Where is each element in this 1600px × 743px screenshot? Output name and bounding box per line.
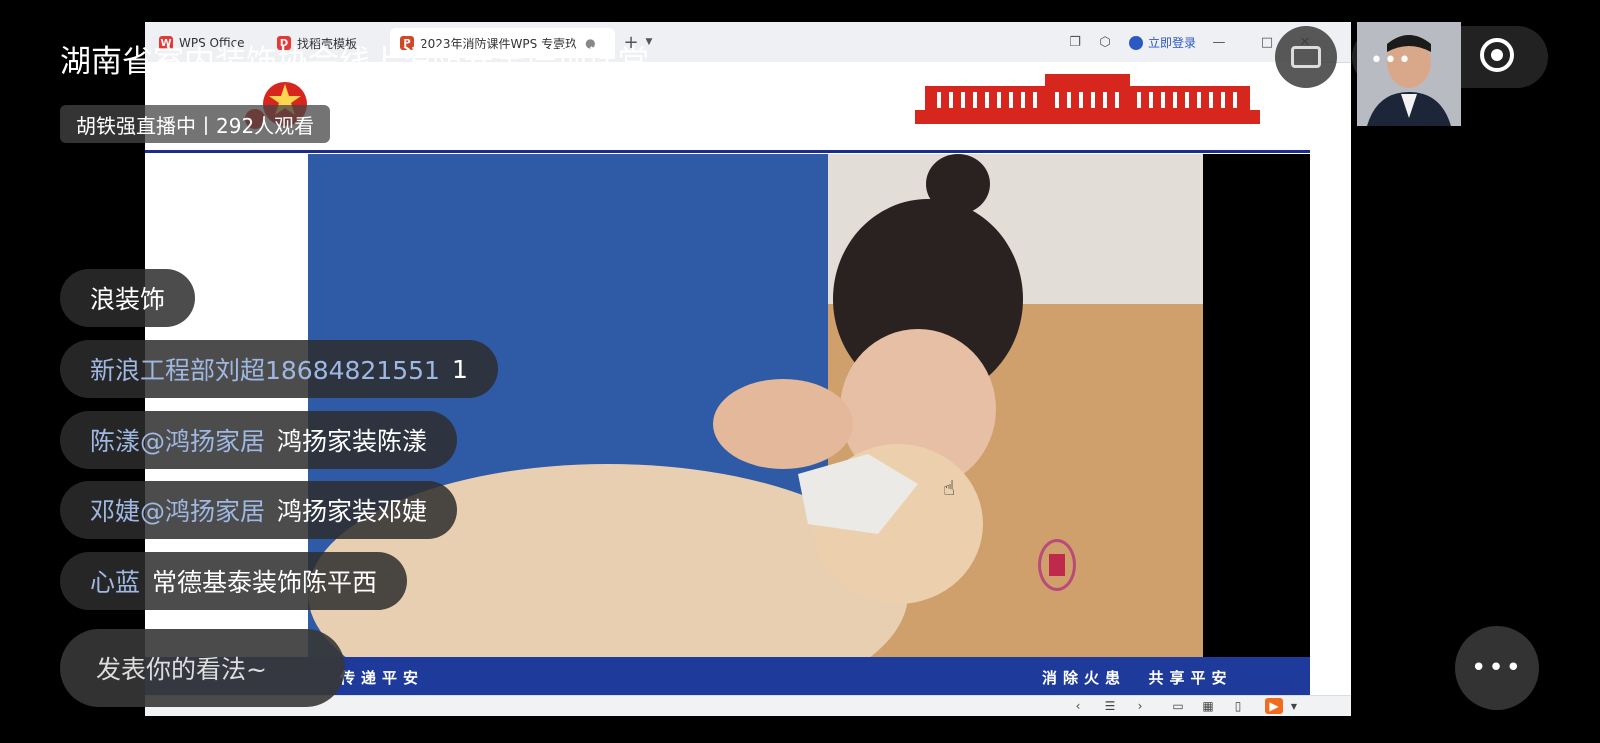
comment-user[interactable]: 邓婕@鸿扬家居 — [90, 492, 265, 528]
presenter-avatar — [1357, 22, 1461, 126]
window-restore-icon[interactable]: ❐ — [1065, 32, 1085, 52]
comment-text: 常德基泰装饰陈平西 — [152, 568, 378, 597]
login-label: 立即登录 — [1148, 36, 1197, 50]
maximize-icon[interactable]: □ — [1257, 32, 1277, 52]
comment-user[interactable]: 新浪工程部刘超18684821551 — [90, 351, 440, 387]
comment-text: 1 — [451, 354, 468, 384]
reading-view-icon[interactable]: ▯ — [1229, 698, 1247, 714]
comment-text: 鸿扬家装邓婕 — [277, 497, 428, 526]
comment-item: 陈漾@鸿扬家居 鸿扬家装陈漾 — [60, 411, 458, 469]
minimize-icon[interactable]: — — [1209, 32, 1229, 52]
photo-letterbox — [1203, 154, 1310, 657]
comment-user[interactable]: 陈漾@鸿扬家居 — [90, 422, 265, 458]
great-hall-icon — [915, 74, 1260, 124]
more-actions-button[interactable]: ••• — [1455, 626, 1539, 710]
login-button[interactable]: 立即登录 — [1129, 34, 1196, 51]
normal-view-icon[interactable]: ▭ — [1169, 698, 1187, 714]
comment-item: 心蓝 常德基泰装饰陈平西 — [60, 552, 408, 610]
chevron-down-icon[interactable]: ▼ — [1285, 698, 1303, 714]
record-dot-icon — [1491, 49, 1503, 61]
prev-slide-icon[interactable]: ‹ — [1069, 698, 1087, 714]
presenter-camera[interactable] — [1357, 22, 1461, 126]
outline-list-icon[interactable]: ☰ — [1101, 698, 1119, 714]
slide-sorter-icon[interactable]: ▦ — [1199, 698, 1217, 714]
cube-icon[interactable]: ⬡ — [1095, 32, 1115, 52]
slideshow-play-icon[interactable]: ▶ — [1265, 698, 1283, 714]
comment-input[interactable]: 发表你的看法~ — [60, 629, 345, 707]
header-divider — [145, 150, 1310, 153]
float-window-button[interactable] — [1275, 26, 1337, 88]
comment-item: 新浪工程部刘超18684821551 1 — [60, 340, 498, 398]
comment-item: 浪装饰 — [60, 269, 196, 327]
comment-item: 邓婕@鸿扬家居 鸿扬家装邓婕 — [60, 481, 458, 539]
footer-left-slogan: 传递平安 — [340, 669, 425, 687]
footer-right-slogan: 消除火患 共享平安 — [1042, 669, 1233, 687]
user-icon — [1129, 35, 1143, 50]
comment-user[interactable]: 心蓝 — [90, 563, 140, 599]
float-window-icon — [1291, 46, 1321, 68]
host-status-badge[interactable]: 胡铁强直播中丨292人观看 — [60, 105, 331, 143]
live-title: 湖南省室内装饰协会线上消防安全培训课堂 — [60, 44, 649, 80]
comment-text: 浪装饰 — [90, 285, 166, 314]
fire-badge-icon — [1038, 539, 1076, 591]
cpr-demonstration-photo: ☝ — [308, 154, 1203, 657]
next-slide-icon[interactable]: › — [1131, 698, 1149, 714]
more-dots-icon[interactable]: ••• — [1370, 48, 1412, 73]
more-dots-icon: ••• — [1470, 653, 1523, 683]
comment-text: 鸿扬家装陈漾 — [277, 427, 428, 456]
mouse-cursor-hand-icon: ☝ — [943, 476, 956, 500]
exit-live-button[interactable] — [1480, 38, 1514, 72]
